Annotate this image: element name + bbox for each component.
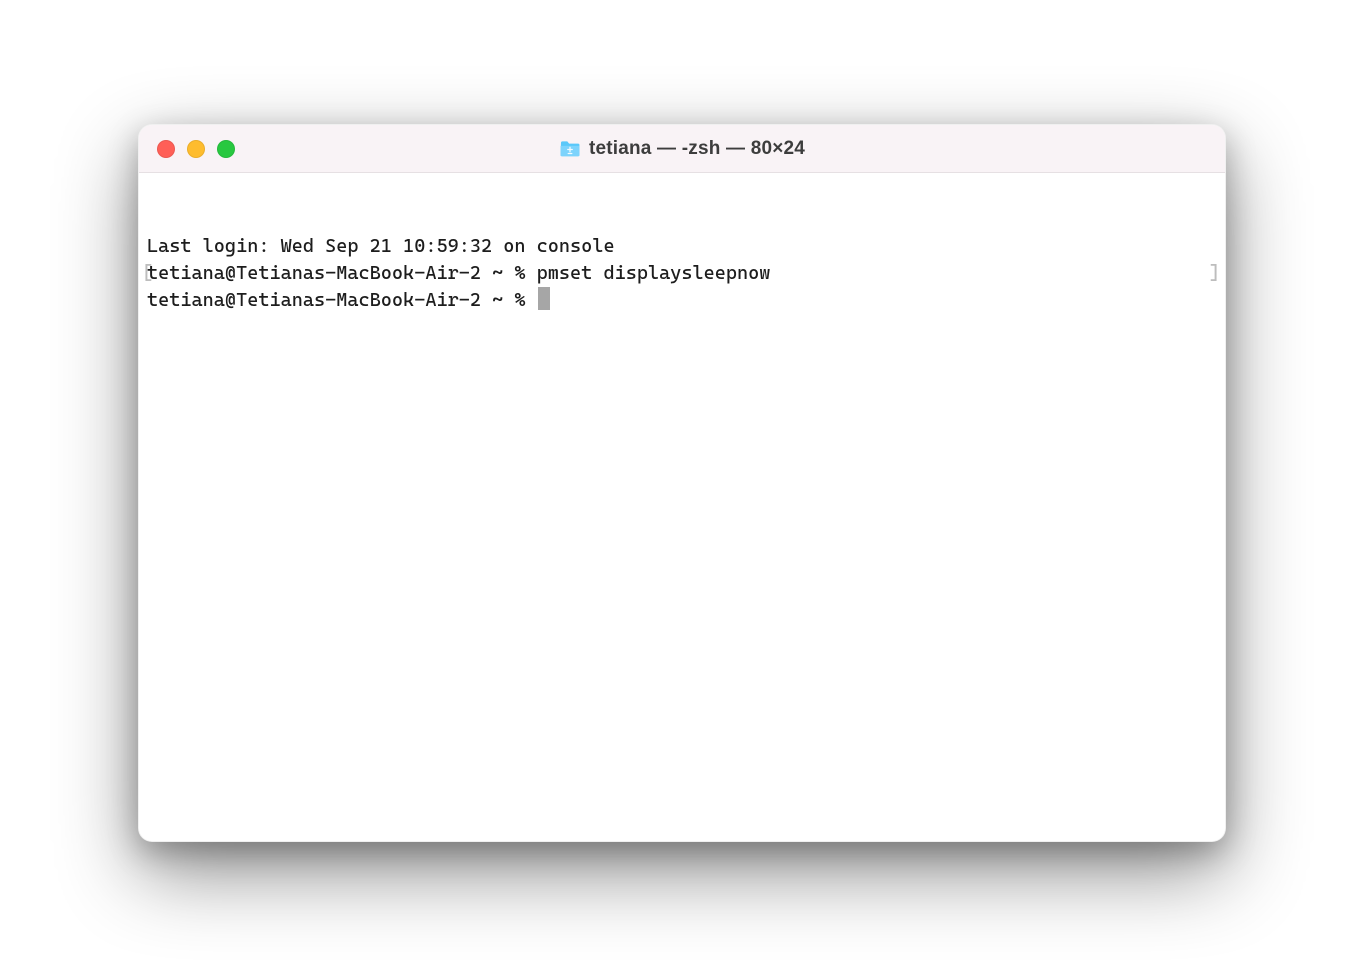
prompt-text: tetiana@Tetianas-MacBook-Air-2 ~ % bbox=[147, 289, 537, 311]
window-title-wrap: tetiana — -zsh — 80×24 bbox=[559, 138, 805, 160]
terminal-line-prompt: tetiana@Tetianas-MacBook-Air-2 ~ % bbox=[147, 287, 1217, 314]
terminal-body[interactable]: Last login: Wed Sep 21 10:59:32 on conso… bbox=[139, 173, 1225, 841]
titlebar: tetiana — -zsh — 80×24 bbox=[139, 125, 1225, 173]
cursor bbox=[538, 287, 550, 310]
bracket-left-icon: [ bbox=[142, 260, 153, 287]
terminal-line-command: [tetiana@Tetianas-MacBook-Air-2 ~ % pmse… bbox=[147, 260, 1217, 287]
close-button[interactable] bbox=[157, 140, 175, 158]
terminal-line-lastlogin: Last login: Wed Sep 21 10:59:32 on conso… bbox=[147, 233, 1217, 260]
window-title: tetiana — -zsh — 80×24 bbox=[589, 138, 805, 160]
maximize-button[interactable] bbox=[217, 140, 235, 158]
terminal-window: tetiana — -zsh — 80×24 Last login: Wed S… bbox=[138, 124, 1226, 842]
traffic-lights bbox=[157, 140, 235, 158]
bracket-right-icon: ] bbox=[1209, 260, 1220, 287]
folder-icon bbox=[559, 140, 581, 158]
minimize-button[interactable] bbox=[187, 140, 205, 158]
prompt-command-text: tetiana@Tetianas-MacBook-Air-2 ~ % pmset… bbox=[147, 262, 770, 284]
